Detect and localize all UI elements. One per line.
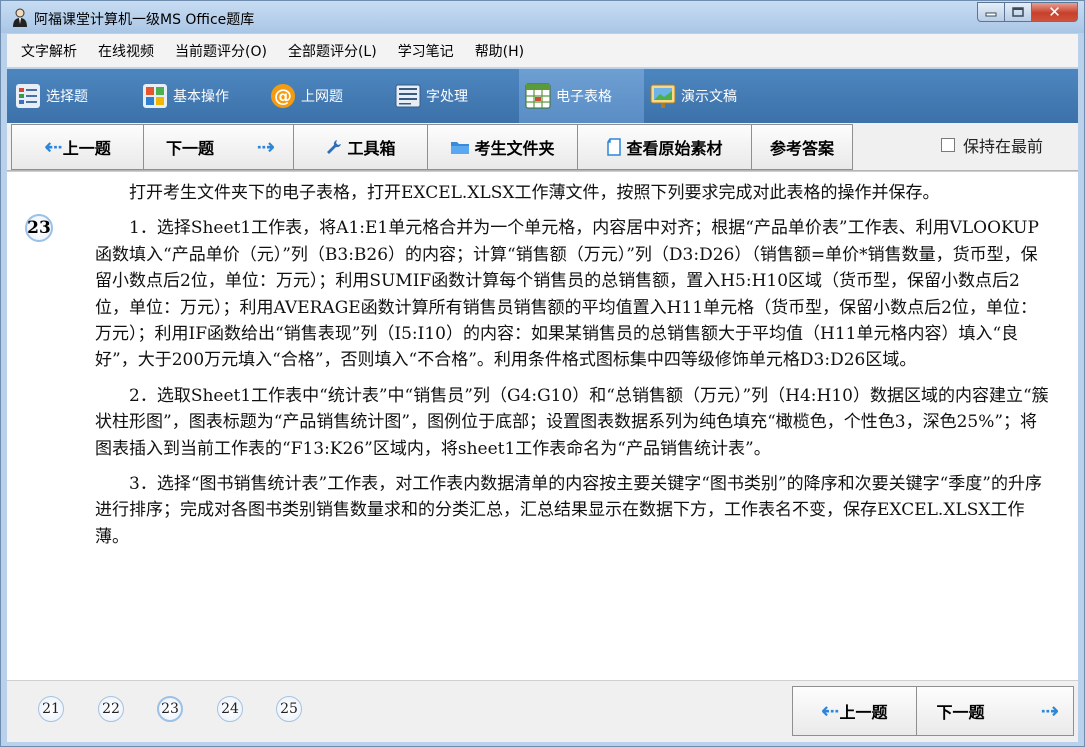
tab-choice[interactable]: 选择题 xyxy=(15,69,125,123)
question-link-21[interactable]: 21 xyxy=(38,696,64,722)
wrench-icon xyxy=(327,140,342,154)
question-text: 打开考生文件夹下的电子表格，打开EXCEL.XLSX工作薄文件，按照下列要求完成… xyxy=(95,180,1053,559)
avatar-icon xyxy=(13,8,27,27)
menu-online-video[interactable]: 在线视频 xyxy=(98,41,154,61)
bottom-nav: ⇠ 上一题 下一题 ⇢ xyxy=(792,686,1074,736)
minimize-button[interactable] xyxy=(977,2,1005,22)
tab-presentation[interactable]: 演示文稿 xyxy=(650,69,760,123)
menu-notes[interactable]: 学习笔记 xyxy=(398,41,454,61)
next-label: 下一题 xyxy=(166,139,215,158)
menu-text-analysis[interactable]: 文字解析 xyxy=(21,41,77,61)
tab-label: 字处理 xyxy=(426,89,468,105)
document-icon xyxy=(395,84,421,108)
maximize-icon xyxy=(1012,7,1024,17)
answer-label: 参考答案 xyxy=(769,139,834,158)
menu-score-current[interactable]: 当前题评分(O) xyxy=(175,41,267,61)
keep-front-toggle[interactable]: 保持在最前 xyxy=(941,133,1043,157)
title-bar: 阿福课堂计算机一级MS Office题库 ✕ xyxy=(1,1,1084,33)
tab-label: 上网题 xyxy=(301,89,343,105)
bottom-prev-button[interactable]: ⇠ 上一题 xyxy=(793,687,916,735)
tab-label: 选择题 xyxy=(46,89,88,105)
reference-answer-button[interactable]: 参考答案 xyxy=(751,124,853,170)
tab-word[interactable]: 字处理 xyxy=(395,69,495,123)
question-link-22[interactable]: 22 xyxy=(98,696,124,722)
at-icon: @ xyxy=(271,84,295,108)
prev-question-button[interactable]: ⇠ 上一题 xyxy=(11,124,144,170)
tab-label: 电子表格 xyxy=(556,89,612,105)
keep-front-checkbox[interactable] xyxy=(941,138,955,152)
minimize-icon xyxy=(985,12,997,17)
category-tabs: 选择题 基本操作 @ 上网题 字处理 电子表格 演示文稿 xyxy=(7,69,1078,123)
tab-spreadsheet[interactable]: 电子表格 xyxy=(519,69,644,123)
question-number-badge: 23 xyxy=(25,214,53,242)
question-link-23[interactable]: 23 xyxy=(157,696,183,722)
window-controls: ✕ xyxy=(977,2,1078,22)
tab-basic-ops[interactable]: 基本操作 xyxy=(142,69,252,123)
page-icon xyxy=(607,138,622,156)
app-window: 阿福课堂计算机一级MS Office题库 ✕ 文字解析 在线视频 当前题评分(O… xyxy=(0,0,1085,747)
keep-front-label: 保持在最前 xyxy=(963,137,1044,156)
bottom-bar: 21 22 23 24 25 ⇠ 上一题 下一题 ⇢ xyxy=(7,680,1078,742)
close-icon: ✕ xyxy=(1048,3,1061,21)
folder-icon xyxy=(451,142,470,154)
bottom-next-label: 下一题 xyxy=(936,703,985,722)
toolbox-label: 工具箱 xyxy=(347,139,396,158)
presentation-icon xyxy=(650,84,676,108)
tab-label: 基本操作 xyxy=(173,89,229,105)
window-title: 阿福课堂计算机一级MS Office题库 xyxy=(34,12,255,28)
view-source-button[interactable]: 查看原始素材 xyxy=(577,124,752,170)
question-content: 23 打开考生文件夹下的电子表格，打开EXCEL.XLSX工作薄文件，按照下列要… xyxy=(7,172,1078,680)
question-link-24[interactable]: 24 xyxy=(217,696,243,722)
question-step-3: 3．选择“图书销售统计表”工作表，对工作表内数据清单的内容按主要关键字“图书类别… xyxy=(95,474,1042,547)
spreadsheet-icon xyxy=(525,83,551,109)
menu-bar: 文字解析 在线视频 当前题评分(O) 全部题评分(L) 学习笔记 帮助(H) xyxy=(7,34,1078,68)
close-button[interactable]: ✕ xyxy=(1032,2,1078,22)
bottom-next-button[interactable]: 下一题 ⇢ xyxy=(915,687,1073,735)
list-icon xyxy=(16,84,40,108)
view-source-label: 查看原始素材 xyxy=(626,139,723,158)
toolbar: ⇠ 上一题 下一题 ⇢ 工具箱 考生文件夹 查看原始素材 参考答案 保持在最前 xyxy=(7,123,1078,171)
arrow-right-icon: ⇢ xyxy=(1040,698,1059,724)
windows-icon xyxy=(143,84,167,108)
question-step-2: 2．选取Sheet1工作表中“统计表”中“销售员”列（G4:G10）和“总销售额… xyxy=(95,385,1049,459)
bottom-prev-label: 上一题 xyxy=(839,703,888,722)
question-intro: 打开考生文件夹下的电子表格，打开EXCEL.XLSX工作薄文件，按照下列要求完成… xyxy=(129,183,940,203)
menu-score-all[interactable]: 全部题评分(L) xyxy=(288,41,377,61)
arrow-left-icon: ⇠ xyxy=(821,698,840,724)
tab-internet[interactable]: @ 上网题 xyxy=(270,69,370,123)
student-folder-label: 考生文件夹 xyxy=(474,139,555,158)
question-step-1: 1．选择Sheet1工作表，将A1:E1单元格合并为一个单元格，内容居中对齐；根… xyxy=(95,218,1039,371)
svg-text:@: @ xyxy=(274,86,292,107)
menu-help[interactable]: 帮助(H) xyxy=(475,41,524,61)
prev-label: 上一题 xyxy=(62,139,111,158)
question-link-25[interactable]: 25 xyxy=(276,696,302,722)
student-folder-button[interactable]: 考生文件夹 xyxy=(427,124,578,170)
tab-label: 演示文稿 xyxy=(681,89,737,105)
arrow-right-icon: ⇢ xyxy=(256,134,275,160)
arrow-left-icon: ⇠ xyxy=(44,134,63,160)
maximize-button[interactable] xyxy=(1005,2,1032,22)
next-question-button[interactable]: 下一题 ⇢ xyxy=(143,124,294,170)
toolbox-button[interactable]: 工具箱 xyxy=(293,124,428,170)
